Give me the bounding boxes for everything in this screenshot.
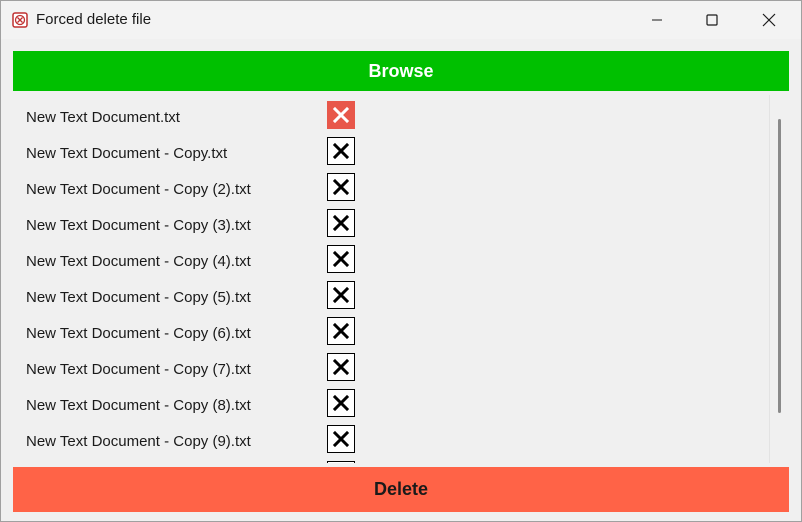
file-row: New Text Document - Copy (9).txt: [13, 419, 769, 455]
close-button[interactable]: [746, 1, 792, 39]
remove-file-button[interactable]: [327, 461, 355, 463]
app-window: Forced delete file Browse New Text Docum…: [0, 0, 802, 522]
x-icon: [332, 142, 350, 160]
remove-file-button[interactable]: [327, 281, 355, 309]
remove-file-button[interactable]: [327, 101, 355, 129]
file-name: New Text Document - Copy.txt: [26, 145, 228, 162]
file-row: New Text Document.txt: [13, 95, 769, 131]
x-icon: [332, 430, 350, 448]
file-name: New Text Document - Copy (3).txt: [26, 217, 251, 234]
x-icon: [332, 214, 350, 232]
remove-file-button[interactable]: [327, 209, 355, 237]
file-name: New Text Document - Copy (4).txt: [26, 253, 251, 270]
remove-file-button[interactable]: [327, 137, 355, 165]
file-name: New Text Document - Copy (2).txt: [26, 181, 251, 198]
x-icon: [332, 322, 350, 340]
file-row: New Text Document - Copy (6).txt: [13, 311, 769, 347]
maximize-button[interactable]: [689, 1, 735, 39]
file-row: New Text Document - Copy (5).txt: [13, 275, 769, 311]
file-row: New Text Document - Copy (2).txt: [13, 167, 769, 203]
remove-file-button[interactable]: [327, 353, 355, 381]
file-list: New Text Document.txt New Text Document -…: [13, 95, 769, 463]
file-row: New Text Document - Copy (7).txt: [13, 347, 769, 383]
file-row: New Text Document - Copy.txt: [13, 131, 769, 167]
file-row: New Text Document - Copy (4).txt: [13, 239, 769, 275]
file-name: New Text Document - Copy (5).txt: [26, 289, 251, 306]
file-name: New Text Document - Copy (9).txt: [26, 433, 251, 450]
browse-button[interactable]: Browse: [13, 51, 789, 91]
forced-delete-app-icon: [12, 12, 28, 28]
x-icon: [332, 250, 350, 268]
x-icon: [332, 178, 350, 196]
x-icon: [332, 286, 350, 304]
remove-file-button[interactable]: [327, 245, 355, 273]
file-name: New Text Document - Copy (7).txt: [26, 361, 251, 378]
maximize-icon: [706, 14, 718, 26]
x-icon: [332, 358, 350, 376]
file-row: New Text Document - Copy (3).txt: [13, 203, 769, 239]
x-icon: [332, 106, 350, 124]
close-icon: [762, 13, 776, 27]
scrollbar-thumb[interactable]: [778, 119, 781, 413]
file-row: New Text Document - Copy (8).txt: [13, 383, 769, 419]
remove-file-button[interactable]: [327, 173, 355, 201]
remove-file-button[interactable]: [327, 389, 355, 417]
vertical-scrollbar[interactable]: [769, 95, 789, 463]
delete-button[interactable]: Delete: [13, 467, 789, 512]
file-name: New Text Document.txt: [26, 109, 180, 126]
x-icon: [332, 394, 350, 412]
remove-file-button[interactable]: [327, 317, 355, 345]
minimize-icon: [652, 19, 662, 21]
file-name: New Text Document - Copy (8).txt: [26, 397, 251, 414]
minimize-button[interactable]: [634, 1, 680, 39]
title-bar[interactable]: Forced delete file: [1, 1, 801, 39]
window-title: Forced delete file: [36, 11, 152, 28]
file-name: New Text Document - Copy (6).txt: [26, 325, 251, 342]
remove-file-button[interactable]: [327, 425, 355, 453]
